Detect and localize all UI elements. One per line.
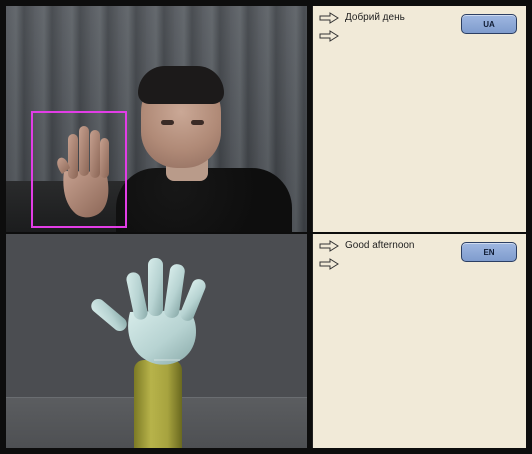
translation-text: Good afternoon xyxy=(345,240,415,251)
translation-line: Good afternoon xyxy=(319,240,415,252)
translation-text: Добрий день xyxy=(345,12,405,23)
translation-line xyxy=(319,30,345,42)
right-outline-arrow-icon xyxy=(319,30,339,42)
translation-panel-ua: Добрий день UA xyxy=(312,6,526,232)
right-outline-arrow-icon xyxy=(319,258,339,270)
translation-panel-en: Good afternoon EN xyxy=(312,234,526,448)
3d-hand-model xyxy=(91,258,206,365)
person-eye-left xyxy=(161,120,174,125)
app-window: Добрий день UA Good afternoon EN xyxy=(0,0,532,454)
right-outline-arrow-icon xyxy=(319,12,339,24)
language-button-ua[interactable]: UA xyxy=(461,14,517,34)
right-outline-arrow-icon xyxy=(319,240,339,252)
translation-line: Добрий день xyxy=(319,12,405,24)
person-hair xyxy=(138,66,224,104)
translation-line xyxy=(319,258,345,270)
person-eye-right xyxy=(191,120,204,125)
camera-feed-panel xyxy=(6,6,307,232)
3d-hand-render-panel xyxy=(6,234,307,448)
language-button-en[interactable]: EN xyxy=(461,242,517,262)
hand-detection-box xyxy=(31,111,127,228)
